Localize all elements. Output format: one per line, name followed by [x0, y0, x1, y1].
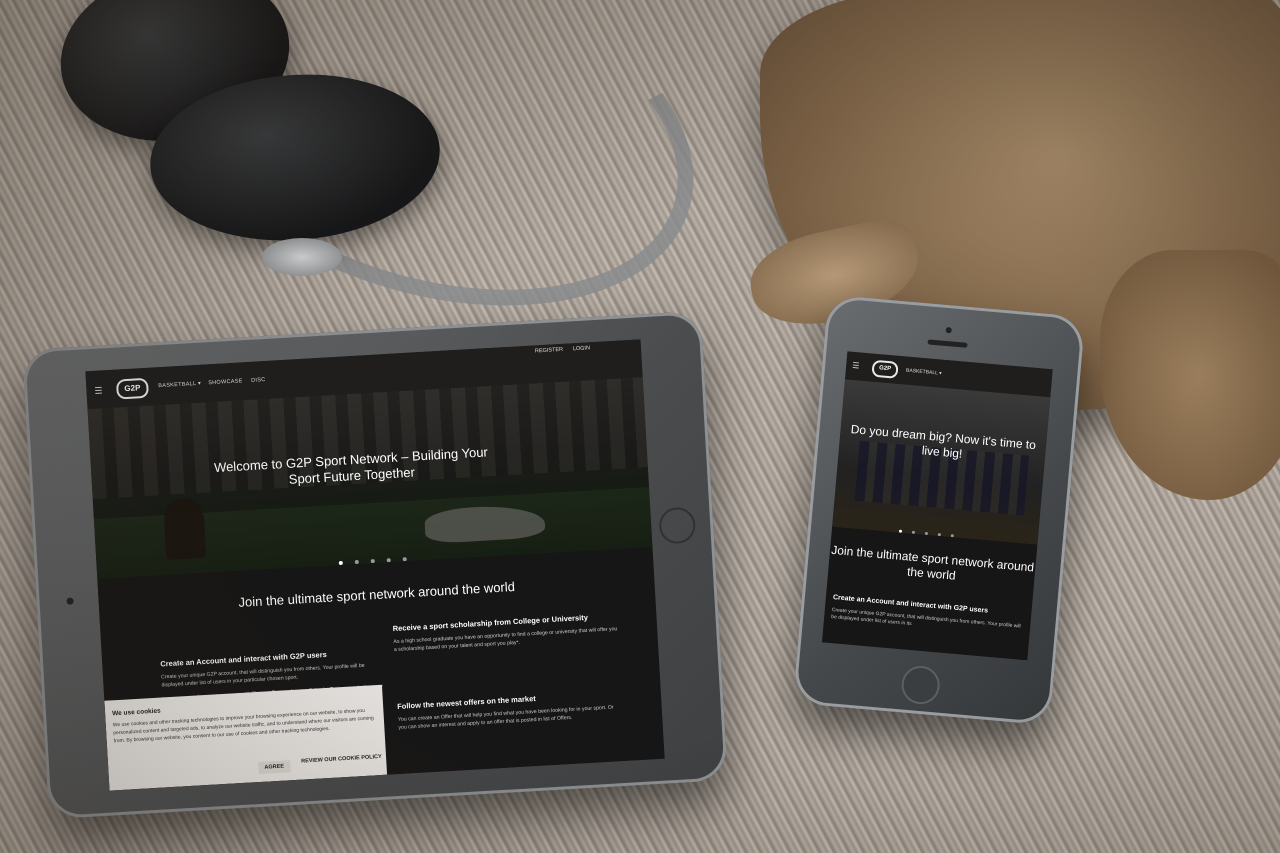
tablet-camera: [66, 597, 74, 605]
headphone-hinge: [262, 238, 342, 276]
nav-showcase[interactable]: SHOWCASE: [208, 378, 243, 386]
nav-basketball[interactable]: BASKETBALL ▾: [158, 381, 201, 389]
section-title: Join the ultimate sport network around t…: [830, 542, 1035, 583]
site-logo[interactable]: G2P: [871, 359, 899, 379]
feature-text: Create your unique G2P account, that wil…: [831, 607, 1021, 630]
cookie-policy-link[interactable]: REVIEW OUR COOKIE POLICY: [301, 754, 382, 765]
nav-basketball[interactable]: BASKETBALL ▾: [906, 368, 942, 377]
site-logo[interactable]: G2P: [115, 377, 149, 400]
phone-screen: ☰ G2P BASKETBALL ▾ Do you dream big? Now…: [822, 351, 1053, 661]
phone-speaker: [927, 339, 968, 348]
feature-scholarship: Receive a sport scholarship from College…: [392, 611, 619, 660]
hero-carousel: Welcome to G2P Sport Network – Building …: [87, 377, 653, 580]
agree-button[interactable]: AGREE: [258, 760, 291, 775]
phone-home-button[interactable]: [900, 664, 942, 706]
driftwood-piece: [1100, 250, 1280, 500]
tablet-device: ☰ G2P BASKETBALL ▾ SHOWCASE DISC REGISTE…: [22, 310, 728, 820]
nav-disc[interactable]: DISC: [251, 377, 266, 384]
register-link[interactable]: REGISTER: [535, 347, 563, 355]
mobile-features: Join the ultimate sport network around t…: [822, 526, 1038, 661]
tablet-home-button[interactable]: [658, 506, 697, 545]
phone-device: ☰ G2P BASKETBALL ▾ Do you dream big? Now…: [792, 294, 1086, 726]
feature-offers: Follow the newest offers on the market Y…: [397, 689, 624, 738]
login-link[interactable]: LOGIN: [573, 345, 590, 352]
mobile-hero: Do you dream big? Now it's time to live …: [832, 379, 1051, 545]
hamburger-icon[interactable]: ☰: [852, 361, 860, 371]
hamburger-icon[interactable]: ☰: [94, 385, 103, 396]
cookie-banner: We use cookies We use cookies and other …: [104, 684, 388, 791]
phone-camera: [945, 326, 952, 334]
section-title: Join the ultimate sport network around t…: [238, 578, 516, 610]
tablet-screen: ☰ G2P BASKETBALL ▾ SHOWCASE DISC REGISTE…: [85, 339, 665, 791]
